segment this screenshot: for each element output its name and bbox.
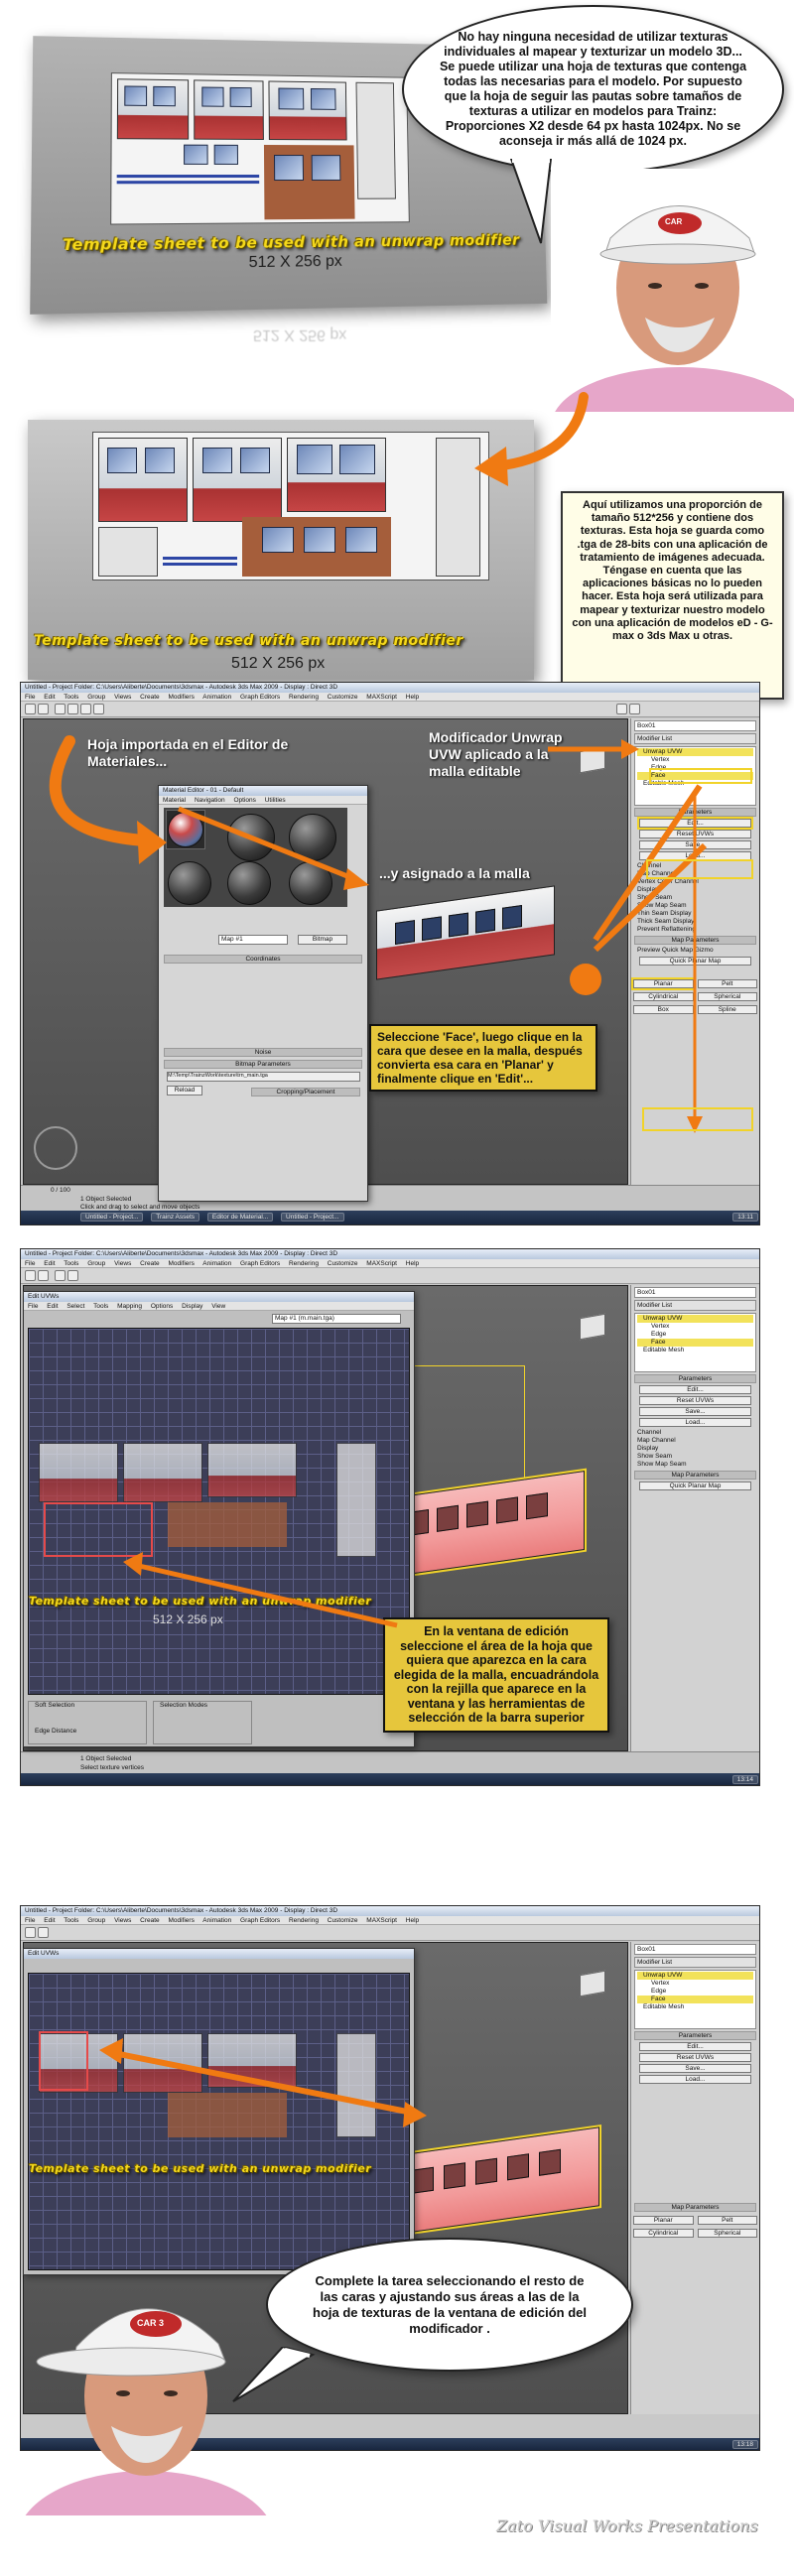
template-sheet-card-2: Template sheet to be used with an unwrap… xyxy=(28,420,534,680)
texture-sheet-image-1 xyxy=(110,72,410,224)
speech-bubble-1: No hay ninguna necesidad de utilizar tex… xyxy=(402,5,784,174)
cap-logo-1: CAR xyxy=(665,217,682,226)
sheet-size-2: 512 X 256 px xyxy=(231,655,325,673)
bubble-tail-2 xyxy=(228,2347,318,2406)
orange-arrows-shot-1 xyxy=(0,682,794,1225)
cap-logo-2: CAR 3 xyxy=(137,2318,164,2328)
texture-sheet-image-2 xyxy=(92,432,489,580)
footer-signature: Zato Visual Works Presentations xyxy=(496,2516,758,2535)
orange-arrow-1 xyxy=(466,387,596,506)
sheet-size-reflection: 512 X 256 px xyxy=(253,325,346,343)
speech-bubble-2-text: Complete la tarea seleccionando el resto… xyxy=(306,2273,594,2337)
orange-arrow-shot-2 xyxy=(0,1248,794,1786)
note-box: Aquí utilizamos una proporción de tamaño… xyxy=(561,491,784,700)
sheet-title-1: Template sheet to be used with an unwrap… xyxy=(63,231,520,254)
note-box-text: Aquí utilizamos una proporción de tamaño… xyxy=(572,499,772,642)
speech-bubble-2: Complete la tarea seleccionando el resto… xyxy=(266,2238,633,2372)
presenter-photo-1: CAR xyxy=(551,169,794,412)
sheet-title-2: Template sheet to be used with an unwrap… xyxy=(34,633,463,649)
panel-1: Template sheet to be used with an unwrap… xyxy=(0,0,794,412)
sheet-size-1: 512 X 256 px xyxy=(249,253,342,273)
speech-bubble-1-text: No hay ninguna necesidad de utilizar tex… xyxy=(438,30,748,149)
panel-2: Template sheet to be used with an unwrap… xyxy=(0,412,794,680)
